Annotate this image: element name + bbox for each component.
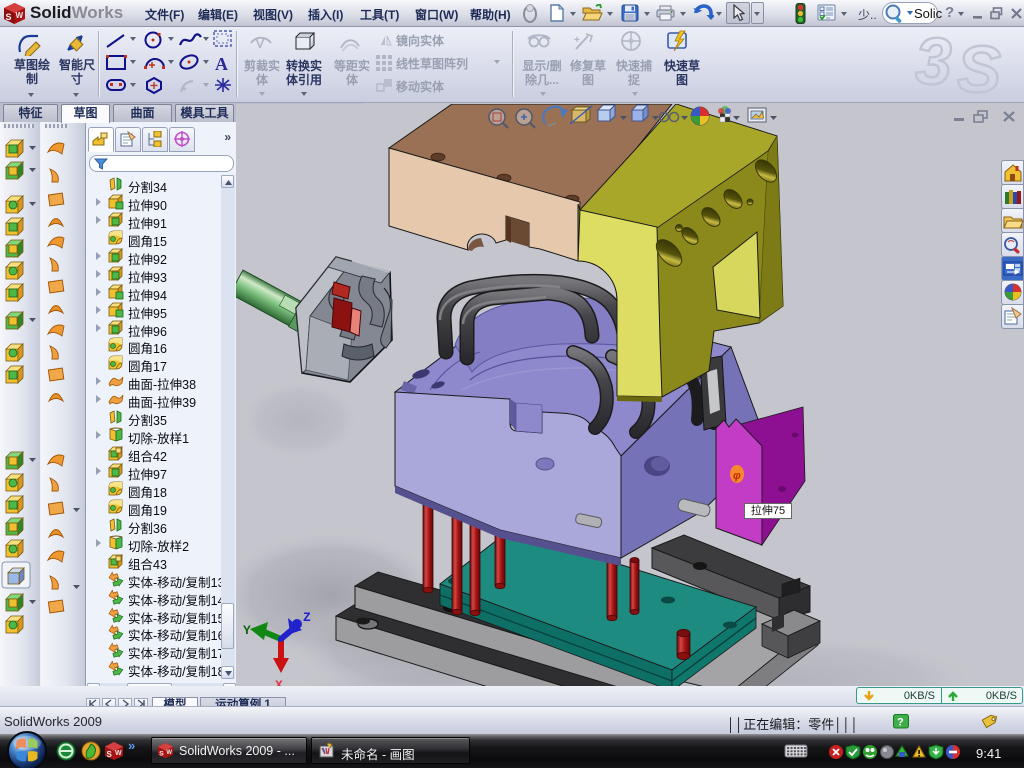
svg-text:Z: Z xyxy=(303,610,311,625)
svg-text:?: ? xyxy=(897,717,904,729)
svg-text:Y: Y xyxy=(243,623,251,638)
svg-text:φ: φ xyxy=(733,470,741,482)
svg-text:S: S xyxy=(6,12,12,22)
svg-text:A: A xyxy=(215,54,228,73)
svg-text:W: W xyxy=(115,750,122,757)
svg-text:X: X xyxy=(275,678,283,686)
svg-text:+: + xyxy=(574,35,580,46)
svg-text:W: W xyxy=(16,11,24,20)
svg-text:S: S xyxy=(107,750,113,759)
svg-text:S: S xyxy=(159,751,164,758)
svg-text:3: 3 xyxy=(915,24,952,98)
svg-text:W: W xyxy=(166,750,172,756)
svg-text:S: S xyxy=(957,32,1001,102)
